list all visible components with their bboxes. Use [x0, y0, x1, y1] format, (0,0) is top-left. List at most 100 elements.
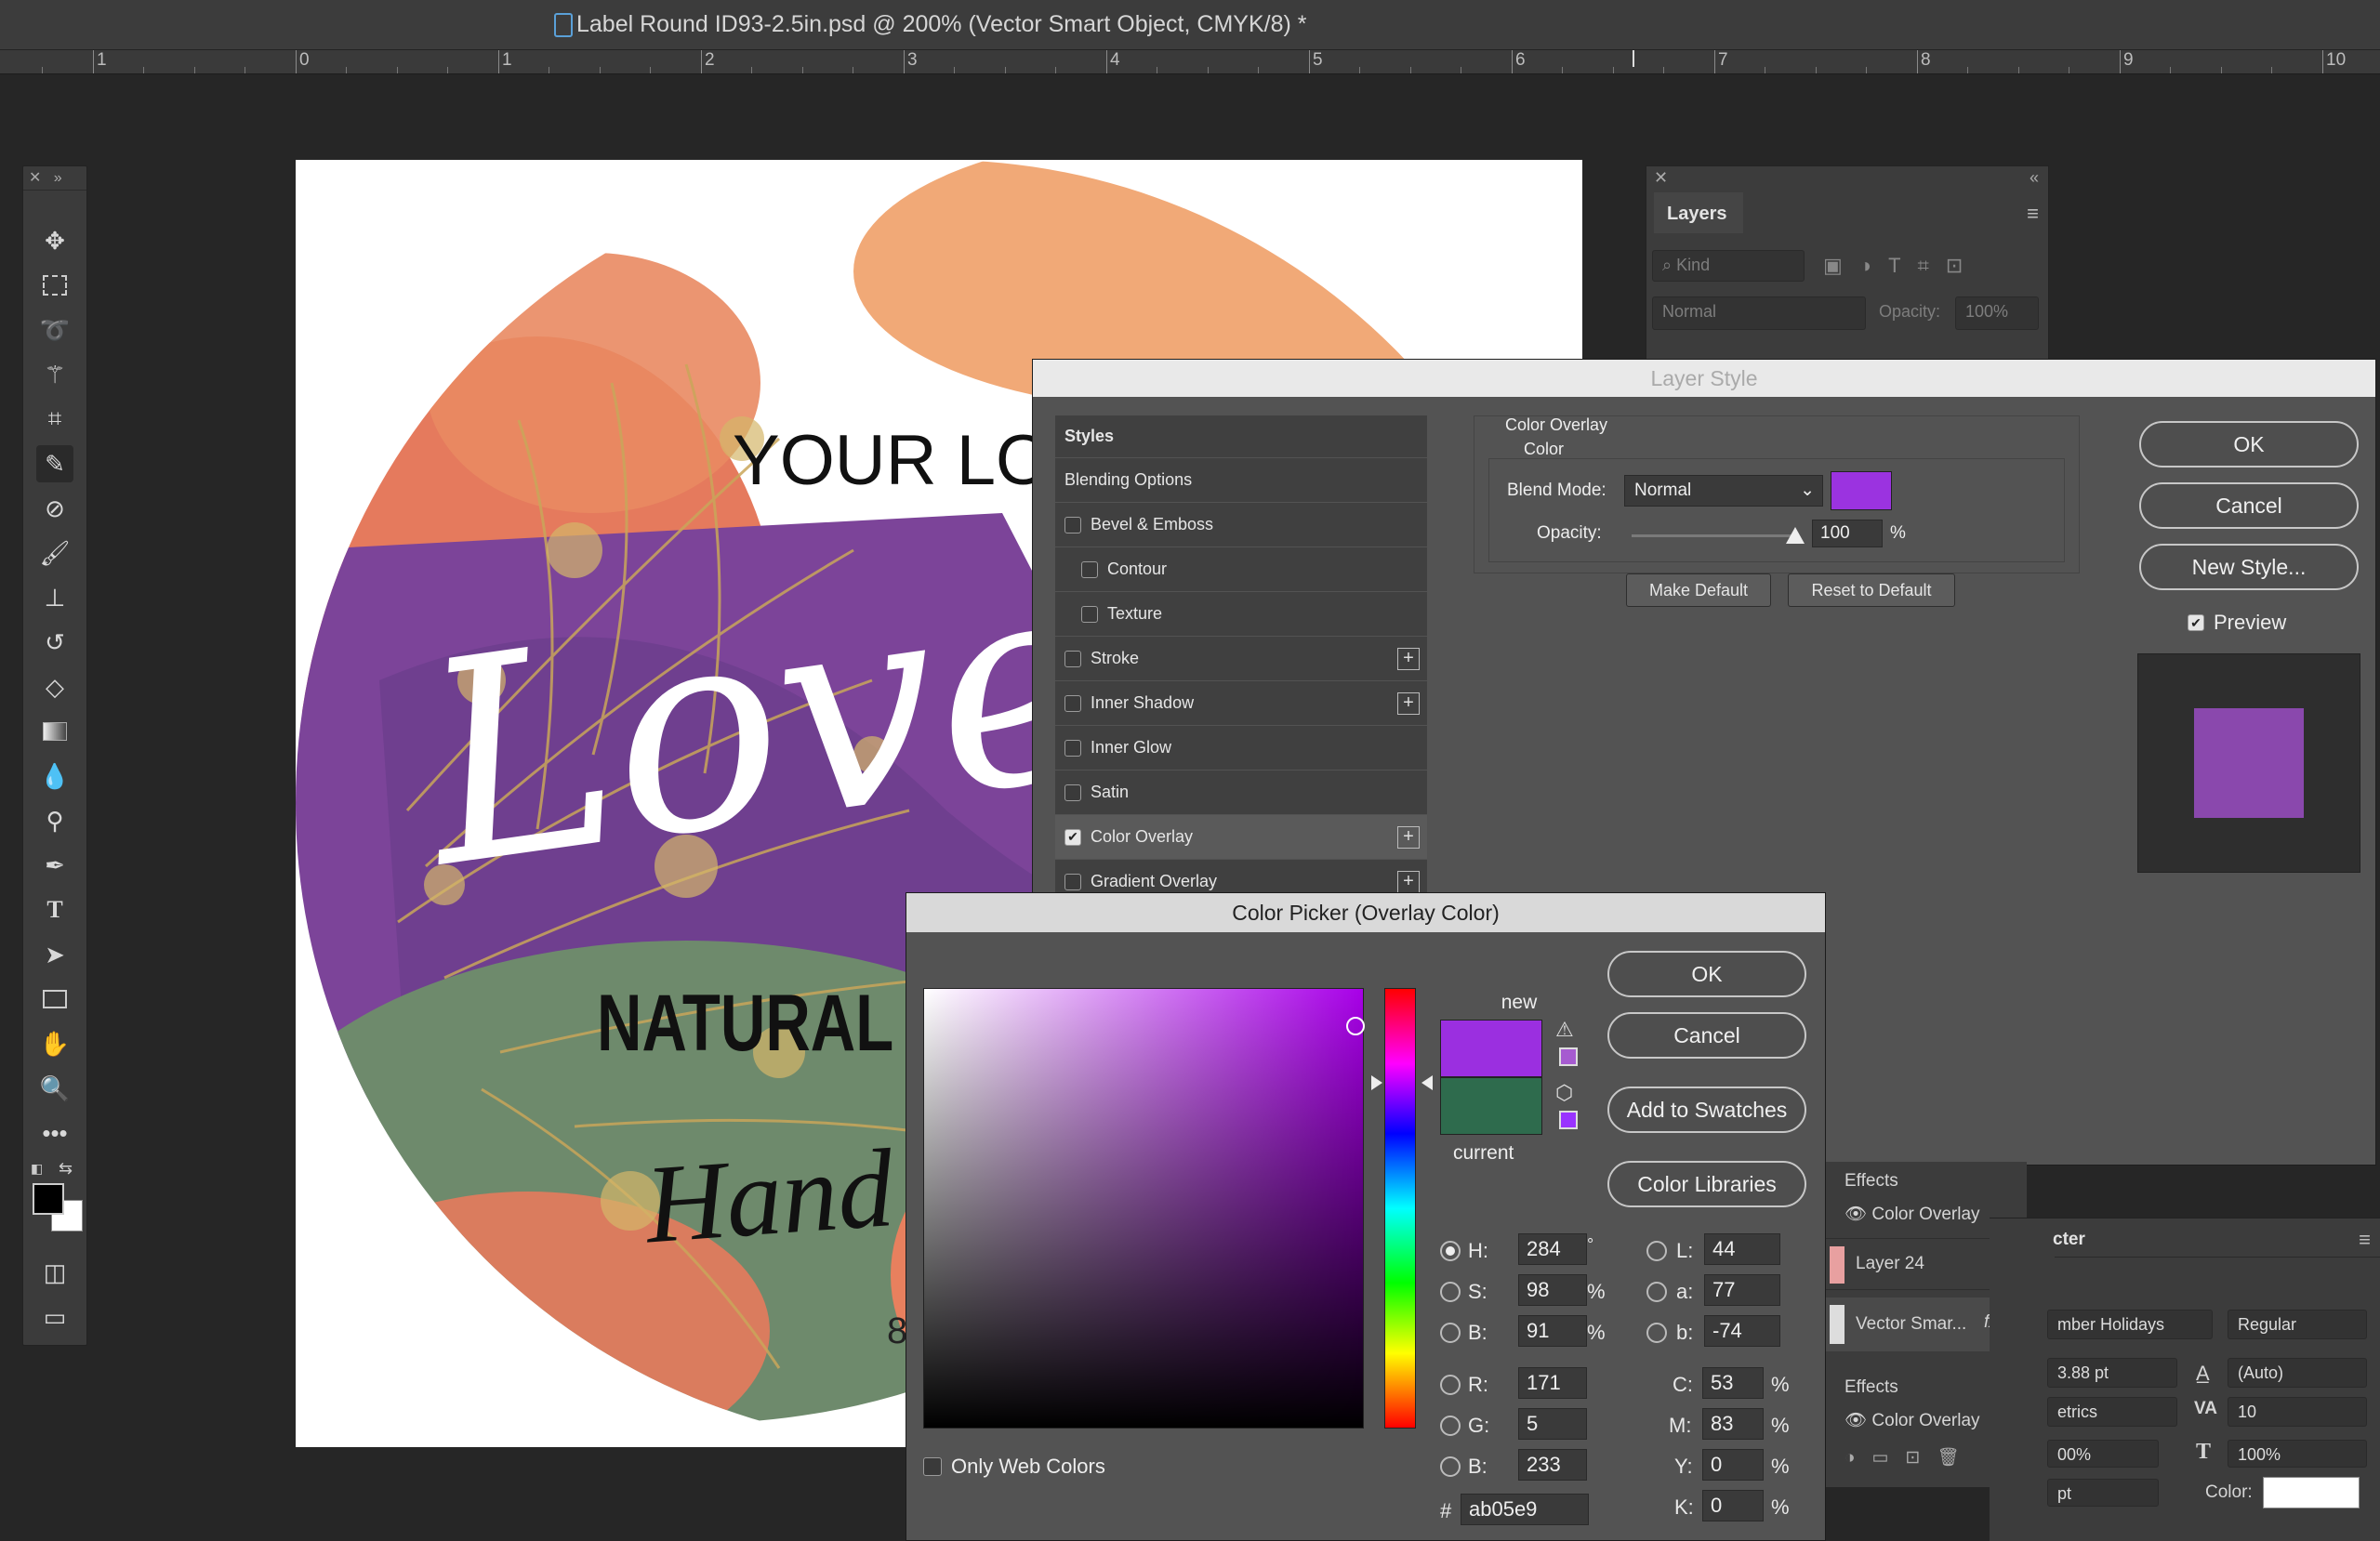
yellow-field[interactable]: 0 [1702, 1449, 1764, 1481]
style-item[interactable]: Stroke + [1055, 637, 1427, 681]
tracking-field[interactable]: 10 [2228, 1397, 2367, 1427]
eyedropper-tool-icon[interactable]: ✎ [36, 445, 73, 482]
leading-field[interactable]: (Auto) [2228, 1358, 2367, 1388]
layer-opacity-field[interactable]: 100% [1955, 296, 2039, 330]
web-safe-color-swatch[interactable] [1559, 1111, 1578, 1129]
pen-tool-icon[interactable]: ✒ [36, 847, 73, 884]
saturation-radio[interactable] [1440, 1282, 1461, 1302]
cancel-button[interactable]: Cancel [2139, 482, 2359, 529]
make-default-button[interactable]: Make Default [1626, 573, 1771, 607]
crop-tool-icon[interactable]: ⌗ [36, 401, 73, 438]
checkbox-unchecked-icon[interactable] [1064, 873, 1081, 890]
path-selection-tool-icon[interactable]: ➤ [36, 936, 73, 973]
history-brush-tool-icon[interactable]: ↺ [36, 624, 73, 661]
foreground-color-swatch[interactable] [33, 1183, 64, 1215]
quick-mask-icon[interactable]: ◫ [36, 1254, 73, 1291]
hue-slider-right-arrow[interactable] [1421, 1075, 1433, 1090]
lab-b-radio[interactable] [1646, 1323, 1667, 1343]
lab-l-radio[interactable] [1646, 1241, 1667, 1261]
blue-radio[interactable] [1440, 1456, 1461, 1477]
dodge-tool-icon[interactable]: ⚲ [36, 802, 73, 839]
blue-field[interactable]: 233 [1518, 1449, 1587, 1481]
horizontal-scale-field[interactable]: 100% [2228, 1440, 2367, 1468]
more-tools-icon[interactable]: ••• [36, 1114, 73, 1152]
marquee-tool-icon[interactable] [36, 267, 73, 304]
web-safe-cube-icon[interactable]: ⬡ [1555, 1081, 1573, 1105]
hand-tool-icon[interactable]: ✋ [36, 1025, 73, 1062]
cyan-field[interactable]: 53 [1702, 1367, 1764, 1399]
checkbox-unchecked-icon[interactable] [1064, 784, 1081, 801]
style-item[interactable]: Inner Shadow + [1055, 681, 1427, 726]
move-tool-icon[interactable]: ✥ [36, 222, 73, 259]
lab-b-field[interactable]: -74 [1704, 1315, 1780, 1347]
tab-character[interactable]: cter [2053, 1230, 2085, 1250]
gamut-color-swatch[interactable] [1559, 1047, 1578, 1066]
layer-filter-kind[interactable]: ⌕ Kind [1652, 250, 1805, 282]
style-item[interactable]: Bevel & Emboss [1055, 503, 1427, 547]
type-tool-icon[interactable]: T [36, 891, 73, 929]
checkbox-unchecked-icon[interactable] [1081, 560, 1098, 578]
hue-radio[interactable] [1440, 1241, 1461, 1261]
style-item[interactable]: Texture [1055, 592, 1427, 637]
ok-button[interactable]: OK [1607, 951, 1806, 997]
checkbox-unchecked-icon[interactable] [1064, 739, 1081, 757]
style-item[interactable]: Satin [1055, 770, 1427, 815]
blend-mode-select[interactable]: Normal ⌄ [1624, 475, 1823, 507]
eye-icon[interactable]: 👁 [1844, 1205, 1871, 1224]
new-style-button[interactable]: New Style... [2139, 544, 2359, 590]
color-libraries-button[interactable]: Color Libraries [1607, 1161, 1806, 1207]
gradient-tool-icon[interactable] [36, 713, 73, 750]
preview-checkbox[interactable]: ✔ Preview [2188, 611, 2286, 635]
add-effect-icon[interactable]: + [1397, 826, 1420, 849]
checkbox-unchecked-icon[interactable] [1081, 605, 1098, 623]
eraser-tool-icon[interactable]: ◇ [36, 668, 73, 705]
brightness-radio[interactable] [1440, 1323, 1461, 1343]
panel-menu-icon[interactable]: ≡ [2359, 1228, 2371, 1252]
add-to-swatches-button[interactable]: Add to Swatches [1607, 1087, 1806, 1133]
baseline-shift-field[interactable]: pt [2047, 1479, 2159, 1507]
eye-icon[interactable]: 👁 [1844, 1411, 1871, 1430]
close-panel-icon[interactable]: ✕ [1654, 168, 1668, 188]
layer-actions-icons[interactable]: ◑▭⊡🗑 [1844, 1446, 1976, 1469]
checkbox-checked-icon[interactable]: ✔ [1064, 828, 1081, 846]
red-field[interactable]: 171 [1518, 1367, 1587, 1399]
font-family-select[interactable]: mber Holidays [2047, 1310, 2213, 1339]
color-overlay-layer-effect[interactable]: 👁 Color Overlay [1844, 1409, 1980, 1431]
font-size-field[interactable]: 3.88 pt [2047, 1358, 2177, 1388]
cancel-button[interactable]: Cancel [1607, 1012, 1806, 1059]
black-field[interactable]: 0 [1702, 1490, 1764, 1521]
checkbox-unchecked-icon[interactable] [1064, 694, 1081, 712]
collapse-panel-icon[interactable]: « [2030, 168, 2039, 188]
only-web-colors-checkbox[interactable]: Only Web Colors [923, 1455, 1105, 1479]
tools-panel-header[interactable]: ✕ » [23, 166, 86, 191]
hue-field[interactable]: 284 [1518, 1233, 1587, 1265]
tab-layers[interactable]: Layers [1654, 192, 1743, 233]
panel-menu-icon[interactable]: ≡ [2027, 202, 2039, 226]
color-selection-marker[interactable] [1346, 1017, 1365, 1035]
add-effect-icon[interactable]: + [1397, 692, 1420, 715]
hex-field[interactable]: ab05e9 [1461, 1494, 1589, 1525]
hue-slider[interactable] [1384, 988, 1416, 1429]
layer-blend-mode[interactable]: Normal [1652, 296, 1866, 330]
magenta-field[interactable]: 83 [1702, 1408, 1764, 1440]
styles-header[interactable]: Styles [1055, 415, 1427, 458]
lasso-tool-icon[interactable]: ➰ [36, 311, 73, 349]
brush-tool-icon[interactable]: 🖌 [36, 534, 73, 572]
reset-default-button[interactable]: Reset to Default [1788, 573, 1955, 607]
clone-stamp-tool-icon[interactable]: ⊥ [36, 579, 73, 616]
text-color-swatch[interactable] [2263, 1477, 2360, 1508]
out-of-gamut-warning-icon[interactable]: ⚠ [1555, 1018, 1574, 1042]
checkbox-unchecked-icon[interactable] [1064, 650, 1081, 667]
green-radio[interactable] [1440, 1416, 1461, 1436]
opacity-slider-handle[interactable] [1786, 527, 1805, 544]
layer-filter-icons[interactable]: ▣◑T⌗⊡ [1823, 254, 1979, 278]
healing-brush-tool-icon[interactable]: ⊘ [36, 490, 73, 527]
vertical-scale-field[interactable]: 00% [2047, 1440, 2159, 1468]
lab-a-radio[interactable] [1646, 1282, 1667, 1302]
add-effect-icon[interactable]: + [1397, 871, 1420, 893]
lab-l-field[interactable]: 44 [1704, 1233, 1780, 1265]
color-overlay-layer-effect[interactable]: 👁 Color Overlay [1844, 1203, 1980, 1225]
layer-row[interactable]: Layer 24 [1826, 1238, 2012, 1290]
default-colors-icon[interactable]: ◧ [31, 1161, 47, 1178]
zoom-tool-icon[interactable]: 🔍 [36, 1070, 73, 1107]
